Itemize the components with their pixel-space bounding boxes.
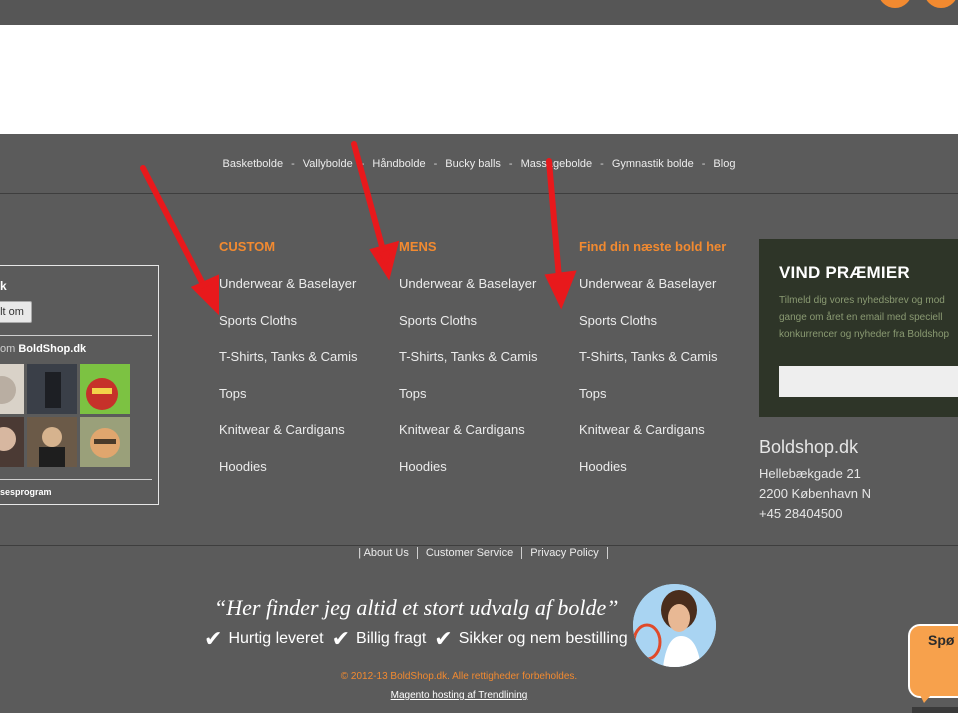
friend-avatar[interactable]	[27, 417, 77, 467]
checkmark-icon: ✔	[331, 626, 351, 651]
footer-category-link[interactable]: Sports Cloths	[399, 313, 569, 350]
copyright: © 2012-13 BoldShop.dk. Alle rettigheder …	[340, 671, 578, 682]
shop-phone: +45 28404500	[759, 506, 843, 521]
privacy-policy-link[interactable]: Privacy Policy	[522, 547, 608, 559]
footer-column-mens: MENS Underwear & Baselayer Sports Cloths T-…	[399, 239, 569, 495]
footer-category-link[interactable]: Knitwear & Cardigans	[219, 422, 389, 459]
footer-column-custom: CUSTOM Underwear & Baselayer Sports Cloths…	[219, 239, 389, 495]
category-nav-link[interactable]: Vallybolde	[303, 158, 353, 170]
footer-category-link[interactable]: T-Shirts, Tanks & Camis	[579, 349, 749, 386]
newsletter-title: VIND PRÆMIER	[779, 263, 910, 282]
category-nav: Basketbolde - Vallybolde - Håndbolde - Bucky b…	[0, 134, 958, 194]
usp-label: Hurtig leveret	[228, 630, 324, 647]
legal-links: | About Us Customer Service Privacy Poli…	[0, 547, 958, 559]
footer-category-link[interactable]: Hoodies	[579, 459, 749, 496]
shop-address: Boldshop.dk Hellebækgade 21 2200 Københa…	[759, 437, 871, 524]
chat-label: Spø	[928, 632, 955, 648]
nav-separator: -	[433, 157, 438, 170]
friend-avatar[interactable]	[0, 364, 24, 414]
checkmark-icon: ✔	[434, 626, 453, 651]
footer-category-link[interactable]: Underwear & Baselayer	[219, 276, 389, 313]
facebook-plugin-label: sesprogram	[0, 487, 52, 497]
footer-category-link[interactable]: Underwear & Baselayer	[399, 276, 569, 313]
category-nav-link[interactable]: Massagebolde	[521, 158, 593, 170]
friend-avatar[interactable]	[80, 364, 130, 414]
newsletter-box: VIND PRÆMIER Tilmeld dig vores nyhedsbre…	[759, 239, 958, 417]
footer-category-link[interactable]: Tops	[579, 386, 749, 423]
newsletter-email-input[interactable]	[779, 366, 958, 397]
footer-category-link[interactable]: T-Shirts, Tanks & Camis	[399, 349, 569, 386]
tagline: “Her finder jeg altid et stort udvalg af…	[214, 595, 619, 620]
newsletter-text: Tilmeld dig vores nyhedsbrev og mod gang…	[779, 295, 950, 340]
hosting-link[interactable]: Magento hosting af Trendlining	[0, 690, 918, 701]
orange-circle-button[interactable]	[878, 0, 912, 8]
column-heading: MENS	[399, 239, 437, 254]
chat-bubble-tail	[916, 687, 938, 703]
footer-category-link[interactable]: Hoodies	[399, 459, 569, 496]
friends-prefix: om	[0, 343, 16, 355]
shop-street: Hellebækgade 21	[759, 466, 861, 481]
divider	[0, 545, 958, 546]
category-nav-link[interactable]: Håndbolde	[372, 158, 425, 170]
checkmark-icon: ✔	[204, 626, 223, 651]
category-nav-link[interactable]: Basketbolde	[223, 158, 284, 170]
usp-item: ✔ Billig fragt	[332, 626, 427, 652]
header-band	[0, 25, 958, 134]
divider	[0, 335, 152, 336]
category-nav-link[interactable]: Blog	[713, 158, 735, 170]
facebook-box-title: k	[0, 279, 7, 293]
top-bar	[0, 0, 958, 25]
usp-label: Billig fragt	[356, 630, 427, 647]
category-nav-link[interactable]: Gymnastik bolde	[612, 158, 694, 170]
usp-item: ✔ Sikker og nem bestilling	[434, 626, 627, 652]
usp-item: ✔ Hurtig leveret	[204, 626, 324, 652]
facebook-like-box: k lt om om BoldShop.dk sesprogram	[0, 265, 159, 505]
nav-separator: -	[701, 157, 706, 170]
customer-service-link[interactable]: Customer Service	[418, 547, 523, 559]
facebook-page-link[interactable]: BoldShop.dk	[18, 343, 86, 355]
footer-category-link[interactable]: Underwear & Baselayer	[579, 276, 749, 313]
about-us-link[interactable]: | About Us	[350, 547, 418, 559]
footer-category-link[interactable]: Tops	[219, 386, 389, 423]
friend-avatar[interactable]	[27, 364, 77, 414]
nav-separator: -	[291, 157, 295, 170]
footer-column-find: Find din næste bold her Underwear & Basel…	[579, 239, 749, 495]
category-nav-link[interactable]: Bucky balls	[445, 158, 501, 170]
friend-avatar[interactable]	[80, 417, 130, 467]
divider	[0, 479, 152, 480]
footer-category-link[interactable]: T-Shirts, Tanks & Camis	[219, 349, 389, 386]
footer-category-link[interactable]: Knitwear & Cardigans	[399, 422, 569, 459]
customer-photo	[633, 584, 716, 667]
usp-label: Sikker og nem bestilling	[458, 630, 628, 647]
footer: Basketbolde - Vallybolde - Håndbolde - Bucky b…	[0, 134, 958, 713]
nav-separator: -	[600, 157, 604, 170]
column-heading: Find din næste bold her	[579, 239, 727, 254]
footer-category-link[interactable]: Sports Cloths	[579, 313, 749, 350]
footer-category-link[interactable]: Sports Cloths	[219, 313, 389, 350]
footer-category-link[interactable]: Hoodies	[219, 459, 389, 496]
footer-category-link[interactable]: Knitwear & Cardigans	[579, 422, 749, 459]
usp-list: ✔ Hurtig leveret ✔ Billig fragt ✔ Sikker og…	[204, 626, 636, 652]
facebook-like-button[interactable]: lt om	[0, 301, 32, 323]
nav-separator: -	[360, 157, 365, 170]
column-heading: CUSTOM	[219, 239, 276, 254]
footer-category-link[interactable]: Tops	[399, 386, 569, 423]
friend-avatar[interactable]	[0, 417, 24, 467]
nav-separator: -	[508, 157, 513, 170]
shop-city: 2200 København N	[759, 486, 872, 501]
shop-name: Boldshop.dk	[759, 437, 859, 457]
orange-circle-button[interactable]	[924, 0, 958, 8]
facebook-friends-caption: om BoldShop.dk	[0, 343, 86, 355]
chat-bar	[912, 707, 958, 713]
